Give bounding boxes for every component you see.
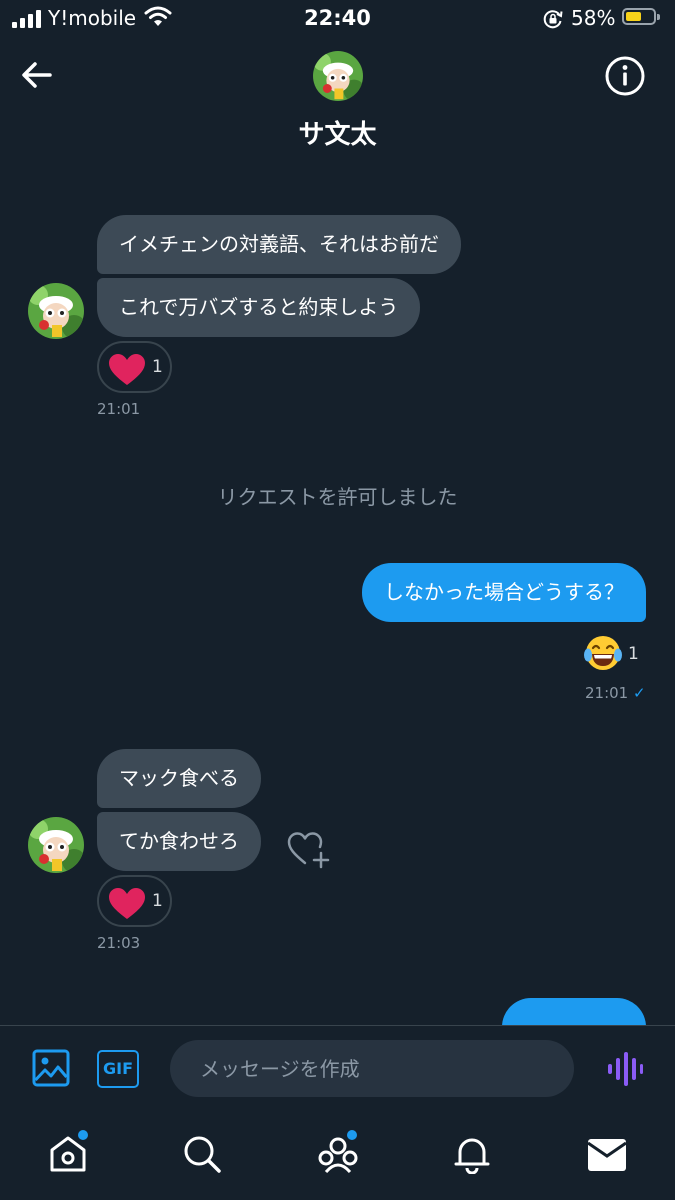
conversation-avatar[interactable] [313, 51, 363, 101]
home-notification-dot [78, 1130, 88, 1140]
battery-percent: 58% [571, 6, 616, 30]
request-accepted-notice: リクエストを許可しました [217, 485, 458, 509]
info-icon[interactable] [604, 55, 646, 97]
communities-icon[interactable] [316, 1134, 360, 1174]
sender-avatar[interactable] [28, 283, 84, 339]
heart-reaction[interactable]: 1 [97, 341, 172, 393]
gif-button[interactable]: GIF [97, 1050, 139, 1088]
rotation-lock-icon [543, 10, 563, 29]
dm-conversation-screen: Y!mobile 22:40 58% サ文太 イメチェンの対義語、それはお前だ … [0, 0, 675, 1200]
voice-message-icon[interactable] [607, 1050, 643, 1088]
sent-time-value: 21:01 [585, 684, 629, 702]
messages-envelope-icon[interactable] [587, 1138, 627, 1172]
heart-reaction[interactable]: 1 [97, 875, 172, 927]
received-message-bubble[interactable]: てか食わせろ [97, 812, 261, 871]
message-timestamp: 21:03 [97, 934, 141, 952]
image-icon[interactable] [32, 1049, 70, 1087]
sent-timestamp: 21:01 ✓ [585, 684, 646, 702]
reaction-count: 1 [152, 891, 163, 911]
home-icon[interactable] [48, 1134, 88, 1174]
reaction-count: 1 [152, 357, 163, 377]
heart-icon [109, 888, 145, 919]
laughing-crying-emoji-icon[interactable] [583, 633, 623, 673]
sender-avatar[interactable] [28, 817, 84, 873]
received-message-bubble[interactable]: これで万バズすると約束しよう [97, 278, 421, 337]
sent-message-bubble[interactable]: しなかった場合どうする？ [362, 563, 646, 622]
notifications-bell-icon[interactable] [452, 1134, 492, 1174]
battery-level-fill [626, 12, 641, 21]
message-input[interactable] [170, 1040, 574, 1097]
communities-notification-dot [347, 1130, 357, 1140]
heart-icon [109, 354, 145, 385]
message-timestamp: 21:01 [97, 400, 141, 418]
conversation-title[interactable]: サ文太 [0, 114, 675, 151]
battery-icon [622, 8, 660, 25]
received-message-bubble[interactable]: マック食べる [97, 749, 261, 808]
add-reaction-heart-icon[interactable] [286, 830, 330, 870]
reaction-count: 1 [628, 644, 639, 664]
status-bar: Y!mobile 22:40 58% [0, 0, 675, 40]
read-check-icon: ✓ [633, 684, 646, 702]
received-message-bubble[interactable]: イメチェンの対義語、それはお前だ [97, 215, 461, 274]
search-icon[interactable] [182, 1134, 222, 1174]
back-arrow-icon[interactable] [20, 58, 54, 92]
